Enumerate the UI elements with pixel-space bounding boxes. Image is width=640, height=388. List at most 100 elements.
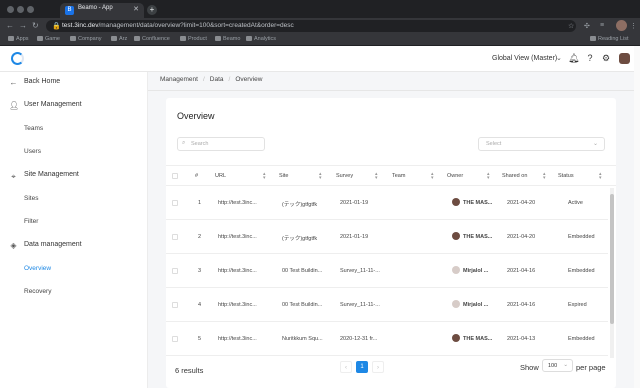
user-avatar[interactable] <box>619 53 630 64</box>
row-checkbox[interactable] <box>172 200 178 206</box>
pagination-page-current[interactable]: 1 <box>356 361 368 373</box>
sort-icon[interactable]: ▴ ▾ <box>543 172 546 181</box>
cell-url[interactable]: http://test.3inc... <box>218 336 257 342</box>
bookmark-item[interactable]: Arz <box>111 36 127 42</box>
tab-close-icon[interactable]: ✕ <box>133 5 139 13</box>
browser-profile-avatar[interactable] <box>616 20 627 31</box>
sidebar-item-recovery[interactable]: Recovery <box>24 288 51 295</box>
reading-list-button[interactable]: Reading List <box>590 36 629 42</box>
sidebar-item-filter[interactable]: Filter <box>24 218 38 225</box>
cell-url[interactable]: http://test.3inc... <box>218 234 257 240</box>
sidebar-item-teams[interactable]: Teams <box>24 125 43 132</box>
sidebar-item-user-management[interactable]: User Management <box>24 101 82 108</box>
cell-status: Embedded <box>568 268 595 274</box>
table-row[interactable]: 5 http://test.3inc... Nuritkkum Squ... 2… <box>166 322 608 356</box>
column-header-owner[interactable]: Owner <box>447 173 463 179</box>
bookmark-item[interactable]: Game <box>37 36 60 42</box>
sort-icon[interactable]: ▴ ▾ <box>375 172 378 181</box>
per-page-label: per page <box>576 363 606 372</box>
owner-avatar <box>452 198 460 206</box>
sidebar-item-sites[interactable]: Sites <box>24 195 38 202</box>
sort-icon[interactable]: ▴ ▾ <box>319 172 322 181</box>
extension-icon[interactable]: ≡ <box>600 22 604 29</box>
column-header-survey[interactable]: Survey <box>336 173 353 179</box>
bookmark-item[interactable]: Product <box>180 36 207 42</box>
folder-icon <box>180 36 186 41</box>
back-arrow-icon: ← <box>9 78 18 87</box>
window-zoom-dot[interactable] <box>27 6 34 13</box>
row-checkbox[interactable] <box>172 268 178 274</box>
pagination-next-button[interactable]: › <box>372 361 384 373</box>
cell-url[interactable]: http://test.3inc... <box>218 302 257 308</box>
browser-tab[interactable]: B Beamo - App ✕ <box>60 3 144 18</box>
column-header-status[interactable]: Status <box>558 173 574 179</box>
cell-shared-on: 2021-04-20 <box>507 200 536 206</box>
column-header-team[interactable]: Team <box>392 173 405 179</box>
table-scrollbar-thumb[interactable] <box>610 194 614 324</box>
search-input[interactable]: ⌕ Search <box>177 137 265 151</box>
breadcrumb-item[interactable]: Data <box>210 76 224 83</box>
bookmark-item[interactable]: Analytics <box>246 36 276 42</box>
bookmark-item[interactable]: Apps <box>8 36 29 42</box>
cell-owner: THE MAS... <box>463 336 493 342</box>
sidebar-item-data-management[interactable]: Data management <box>24 241 82 248</box>
sidebar-item-site-management[interactable]: Site Management <box>24 171 79 178</box>
extensions-puzzle-icon[interactable]: ✣ <box>584 22 590 30</box>
chevron-down-icon[interactable]: ⌄ <box>556 54 562 62</box>
bookmark-star-icon[interactable]: ☆ <box>568 22 574 30</box>
table-row[interactable]: 4 http://test.3inc... 00 Test Buildin...… <box>166 288 608 322</box>
breadcrumb-item[interactable]: Management <box>160 76 198 83</box>
cell-site: 00 Test Buildin... <box>282 302 323 308</box>
browser-menu-icon[interactable]: ⋮ <box>630 22 637 30</box>
global-view-selector[interactable]: Global View (Master) <box>492 55 557 62</box>
help-icon[interactable]: ? <box>585 53 595 63</box>
cell-site: (テック)gtfgtfk <box>282 236 318 242</box>
select-all-checkbox[interactable] <box>172 173 178 179</box>
sort-icon[interactable]: ▴ ▾ <box>599 172 602 181</box>
filter-select[interactable]: Select ⌄ <box>478 137 605 151</box>
bookmark-item[interactable]: Company <box>70 36 102 42</box>
bookmark-item[interactable]: Confluence <box>134 36 170 42</box>
table-row[interactable]: 1 http://test.3inc... (テック)gtfgtfk 2021-… <box>166 186 608 220</box>
cell-number: 2 <box>198 234 202 240</box>
sort-icon[interactable]: ▴ ▾ <box>263 172 266 181</box>
sidebar-item-overview[interactable]: Overview <box>24 265 51 272</box>
bell-icon[interactable]: 🔔︎ <box>568 53 579 63</box>
page-scrollbar[interactable] <box>634 46 640 388</box>
beamo-logo-icon[interactable] <box>11 52 24 65</box>
row-checkbox[interactable] <box>172 302 178 308</box>
sort-icon[interactable]: ▴ ▾ <box>431 172 434 181</box>
forward-arrow-icon[interactable]: → <box>19 21 27 30</box>
row-checkbox[interactable] <box>172 234 178 240</box>
owner-avatar <box>452 300 460 308</box>
cell-url[interactable]: http://test.3inc... <box>218 268 257 274</box>
cell-shared-on: 2021-04-16 <box>507 302 536 308</box>
folder-icon <box>70 36 76 41</box>
sort-icon[interactable]: ▴ ▾ <box>487 172 490 181</box>
cell-number: 3 <box>198 268 202 274</box>
app-root: Global View (Master) ⌄ 🔔︎ ? ⚙ ← Back Hom… <box>0 46 640 388</box>
bookmark-item[interactable]: Beamo <box>215 36 240 42</box>
reload-icon[interactable]: ↻ <box>32 21 39 30</box>
sidebar-item-back-home[interactable]: Back Home <box>24 78 60 85</box>
table-row[interactable]: 2 http://test.3inc... (テック)gtfgtfk 2021-… <box>166 220 608 254</box>
select-placeholder: Select <box>486 141 502 147</box>
cell-url[interactable]: http://test.3inc... <box>218 200 257 206</box>
new-tab-button[interactable]: + <box>147 5 157 15</box>
column-header-url[interactable]: URL <box>215 173 226 179</box>
sidebar-item-users[interactable]: Users <box>24 148 41 155</box>
page-size-select[interactable]: 100 ⌄ <box>542 359 573 372</box>
results-count: 6 results <box>175 366 204 375</box>
pagination-prev-button[interactable]: ‹ <box>340 361 352 373</box>
window-minimize-dot[interactable] <box>17 6 24 13</box>
back-arrow-icon[interactable]: ← <box>6 21 14 30</box>
cell-shared-on: 2021-04-16 <box>507 268 536 274</box>
address-bar[interactable]: 🔒 test.3inc.dev/management/data/overview… <box>46 20 576 32</box>
column-header-site[interactable]: Site <box>279 173 288 179</box>
page-title: Overview <box>177 111 215 121</box>
column-header-shared-on[interactable]: Shared on <box>502 173 527 179</box>
window-close-dot[interactable] <box>7 6 14 13</box>
table-row[interactable]: 3 http://test.3inc... 00 Test Buildin...… <box>166 254 608 288</box>
gear-icon[interactable]: ⚙ <box>601 53 611 63</box>
row-checkbox[interactable] <box>172 336 178 342</box>
